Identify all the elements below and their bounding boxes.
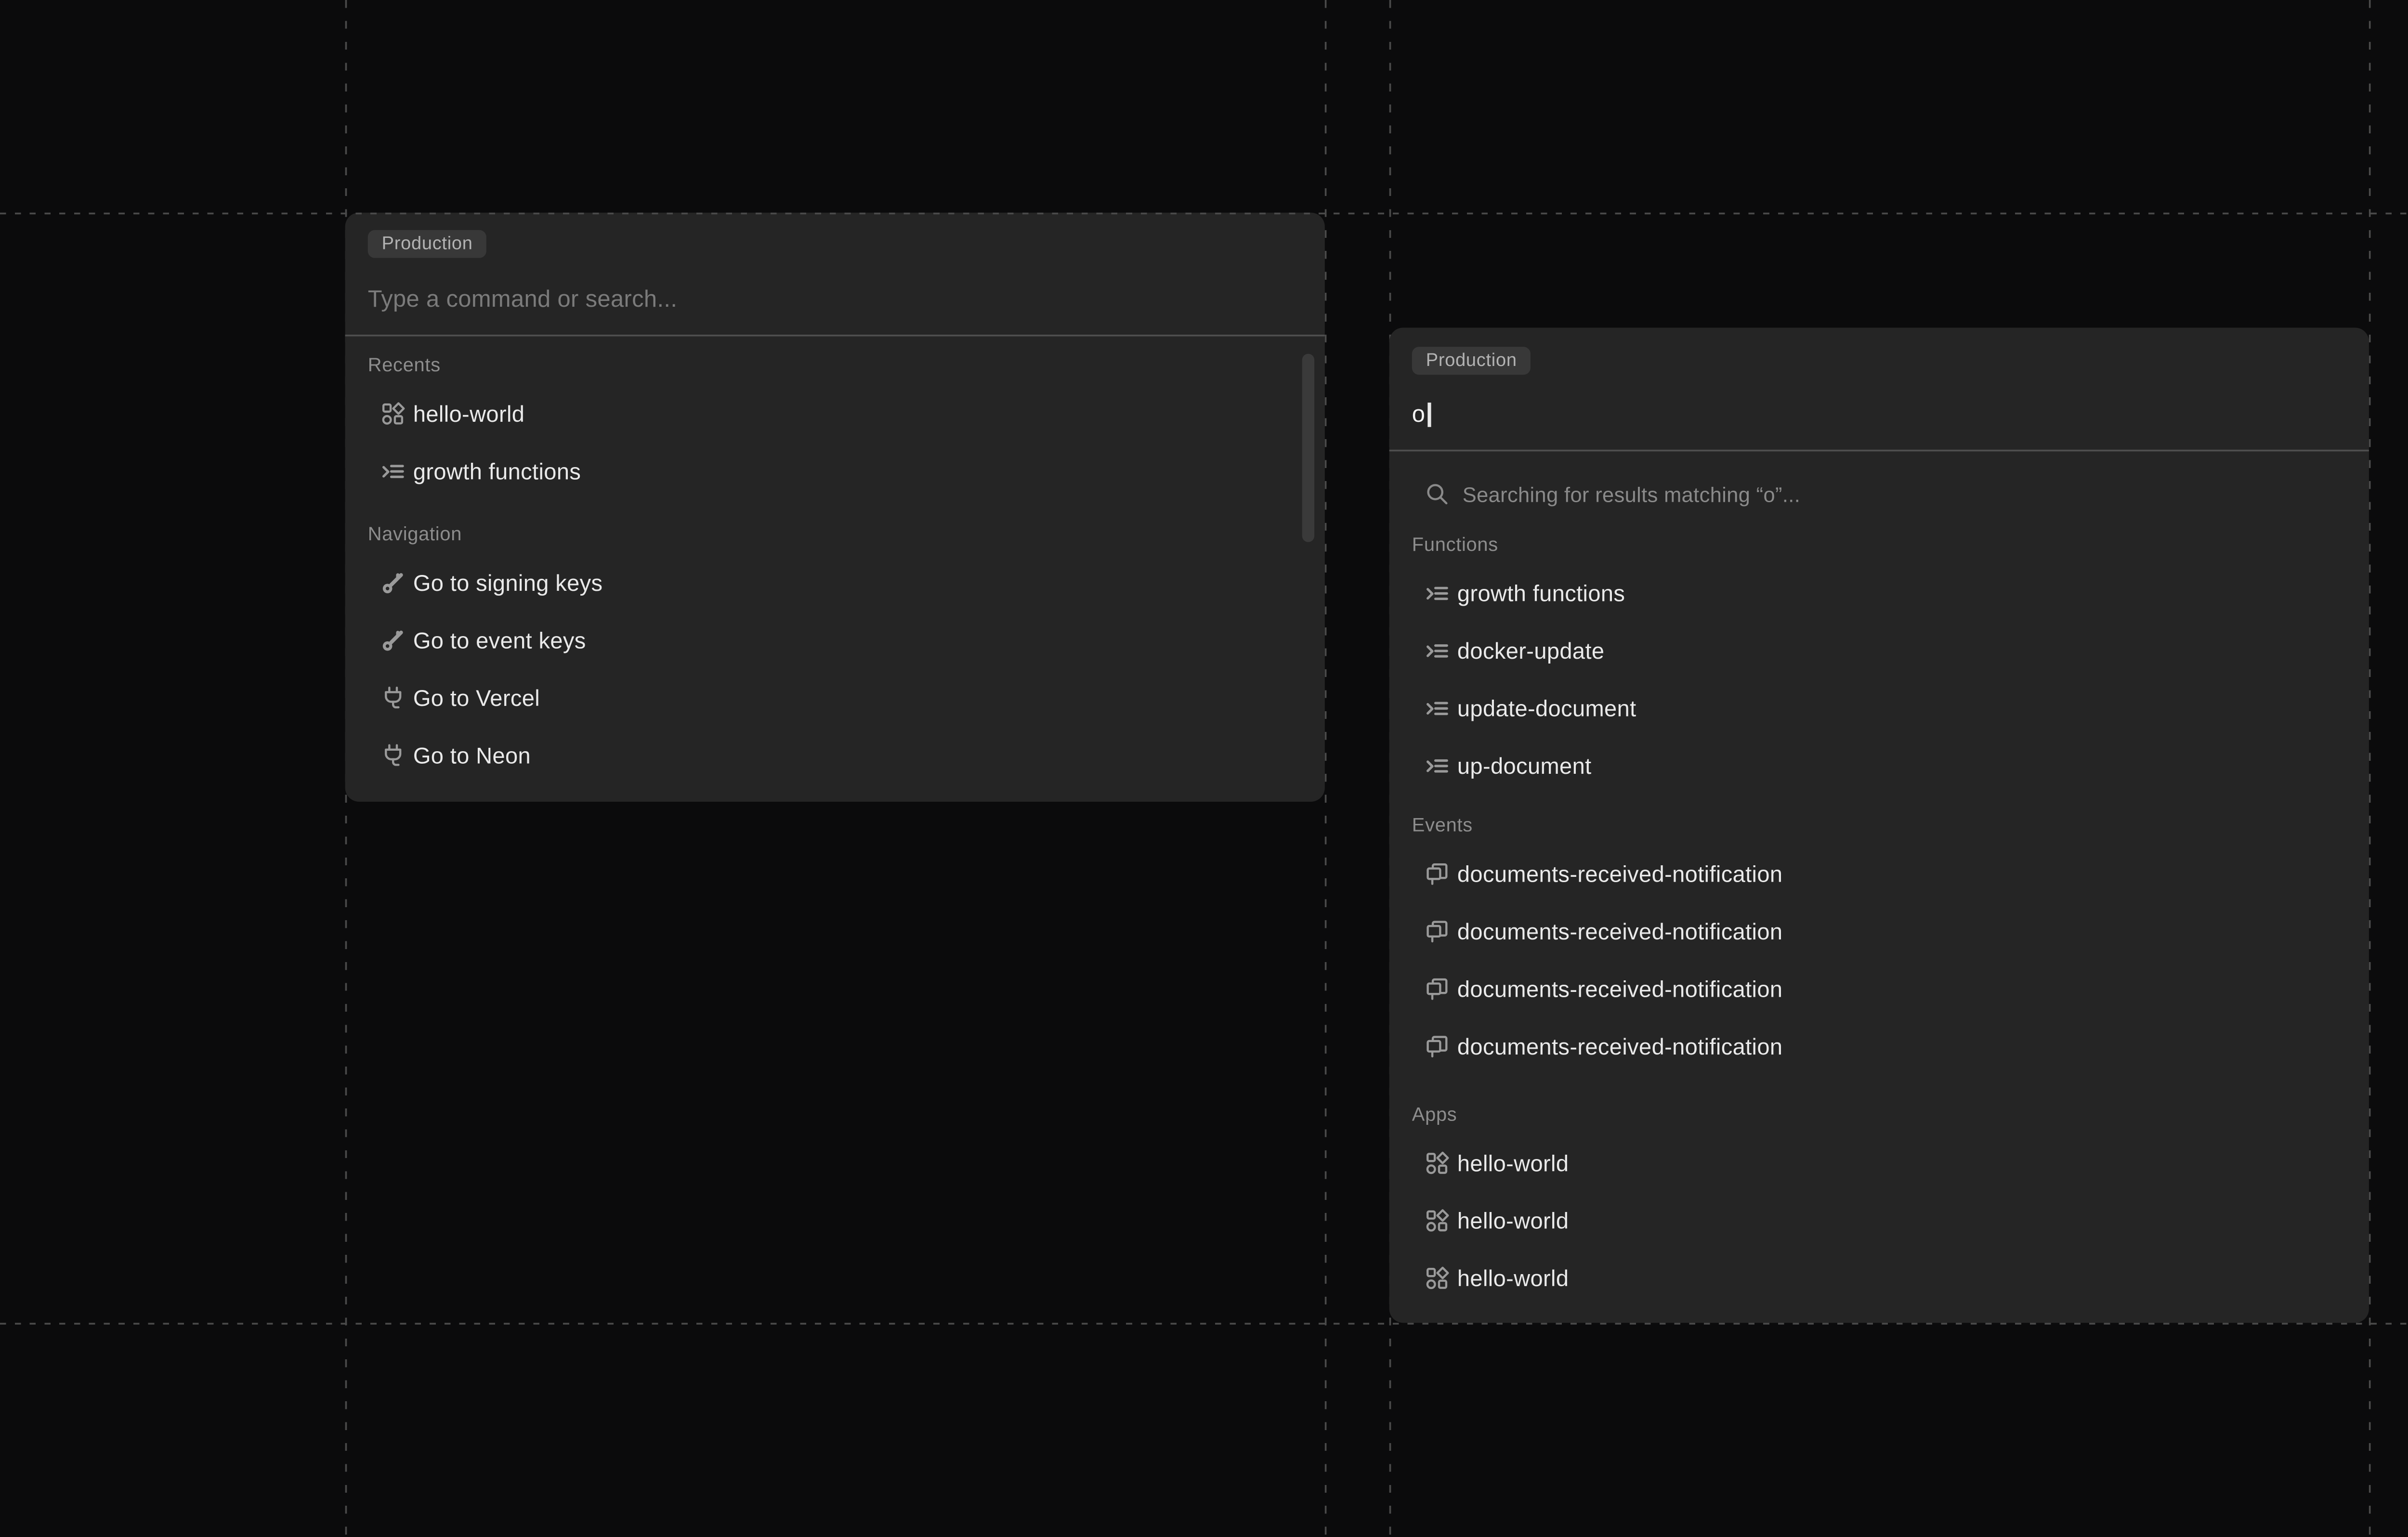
command-item-label: growth functions — [1457, 580, 1625, 606]
scrollbar-thumb[interactable] — [1302, 354, 1314, 542]
command-item[interactable]: docker-update — [1389, 622, 2369, 679]
key-icon — [380, 570, 406, 596]
environment-badge: Production — [368, 230, 487, 258]
command-item[interactable]: Go to Vercel — [345, 669, 1325, 727]
command-item[interactable]: hello-world — [1389, 1250, 2369, 1307]
command-item[interactable]: hello-world — [345, 385, 1325, 443]
command-item-label: documents-received-notification — [1457, 918, 1783, 944]
command-palette-right: Production o Searching for results match… — [1389, 327, 2369, 1323]
palette-header: Production o — [1389, 327, 2369, 449]
command-item[interactable]: Go to event keys — [345, 612, 1325, 669]
command-item-label: hello-world — [1457, 1150, 1569, 1176]
search-icon — [1424, 481, 1450, 507]
section-label: Apps — [1389, 1103, 2369, 1129]
section-label: Functions — [1389, 534, 2369, 560]
command-item[interactable]: growth functions — [1389, 565, 2369, 622]
command-item-label: hello-world — [1457, 1265, 1569, 1291]
command-item[interactable]: update-document — [1389, 680, 2369, 737]
command-item-label: Go to Neon — [413, 742, 531, 768]
apps-icon — [1424, 1265, 1450, 1291]
results-list: Recents hello-world growth functions Naviga… — [345, 337, 1325, 784]
command-item-label: documents-received-notification — [1457, 976, 1783, 1002]
command-palette-left: Production Type a command or search... R… — [345, 213, 1325, 802]
command-item-label: update-document — [1457, 695, 1636, 721]
search-status: Searching for results matching “o”... — [1389, 465, 2369, 522]
section-apps: Apps hello-world hello-world hello-world — [1389, 1103, 2369, 1307]
command-item-label: Go to Vercel — [413, 685, 540, 711]
function-icon — [1424, 580, 1450, 606]
command-item-label: hello-world — [1457, 1208, 1569, 1234]
command-item-label: hello-world — [413, 401, 525, 427]
function-icon — [380, 458, 406, 484]
plug-icon — [380, 742, 406, 768]
command-item-label: Go to event keys — [413, 627, 586, 653]
command-item-label: up-document — [1457, 753, 1592, 779]
command-item-label: documents-received-notification — [1457, 861, 1783, 887]
apps-icon — [1424, 1208, 1450, 1234]
command-item-label: documents-received-notification — [1457, 1033, 1783, 1059]
section-label: Navigation — [345, 523, 1325, 549]
section-label: Events — [1389, 814, 2369, 840]
command-item[interactable]: Go to signing keys — [345, 554, 1325, 612]
text-cursor — [1428, 402, 1430, 426]
canvas: Production Type a command or search... R… — [0, 0, 2408, 1537]
command-item-label: Go to signing keys — [413, 570, 603, 596]
section-functions: Functions growth functions docker-update up… — [1389, 534, 2369, 795]
layout-guide-horizontal-1 — [0, 212, 2408, 214]
command-item[interactable]: hello-world — [1389, 1134, 2369, 1192]
environment-badge: Production — [1412, 347, 1531, 375]
apps-icon — [1424, 1150, 1450, 1176]
section-events: Events documents-received-notification doc… — [1389, 814, 2369, 1075]
section-recents: Recents hello-world growth functions — [345, 354, 1325, 500]
command-item[interactable]: growth functions — [345, 443, 1325, 500]
command-item[interactable]: documents-received-notification — [1389, 1018, 2369, 1075]
apps-icon — [380, 401, 406, 427]
section-navigation: Navigation Go to signing keys Go to event … — [345, 523, 1325, 784]
command-item[interactable]: documents-received-notification — [1389, 845, 2369, 902]
command-item[interactable]: hello-world — [1389, 1192, 2369, 1250]
function-icon — [1424, 638, 1450, 664]
function-icon — [1424, 753, 1450, 779]
command-item-label: growth functions — [413, 458, 581, 484]
search-status-text: Searching for results matching “o”... — [1463, 482, 1800, 507]
command-input[interactable]: Type a command or search... — [368, 284, 678, 314]
command-item-label: docker-update — [1457, 638, 1605, 664]
plug-icon — [380, 685, 406, 711]
command-item[interactable]: up-document — [1389, 737, 2369, 795]
event-icon — [1424, 918, 1450, 944]
command-item[interactable]: Go to Neon — [345, 727, 1325, 784]
event-icon — [1424, 1033, 1450, 1059]
command-item[interactable]: documents-received-notification — [1389, 903, 2369, 960]
section-label: Recents — [345, 354, 1325, 380]
layout-guide-horizontal-2 — [0, 1322, 2408, 1324]
command-input-value: o — [1412, 401, 1426, 427]
results-list: Searching for results matching “o”... Fu… — [1389, 451, 2369, 1307]
command-item[interactable]: documents-received-notification — [1389, 960, 2369, 1017]
command-input[interactable]: o — [1412, 399, 1430, 429]
key-icon — [380, 627, 406, 653]
palette-header: Production Type a command or search... — [345, 213, 1325, 335]
event-icon — [1424, 976, 1450, 1002]
command-input-placeholder: Type a command or search... — [368, 286, 678, 312]
function-icon — [1424, 695, 1450, 721]
event-icon — [1424, 861, 1450, 887]
